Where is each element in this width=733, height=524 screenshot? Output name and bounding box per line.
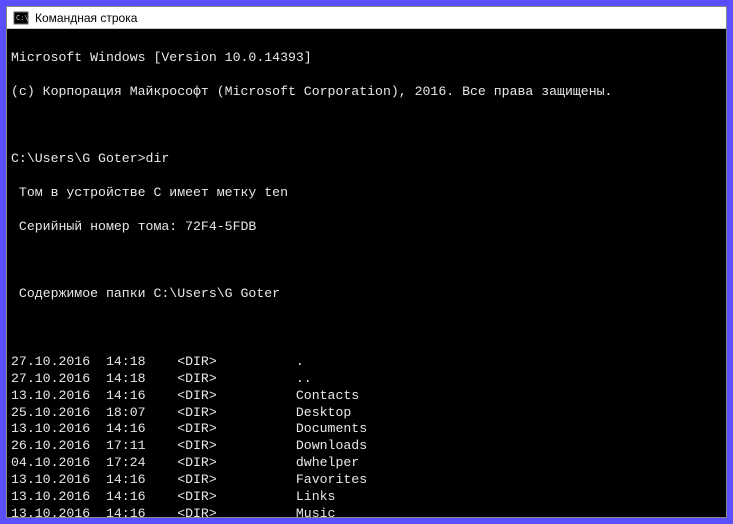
- serial-line: Серийный номер тома: 72F4-5FDB: [11, 219, 722, 236]
- volume-line: Том в устройстве C имеет метку ten: [11, 185, 722, 202]
- dir-entry: 13.10.2016 14:16 <DIR> Contacts: [11, 388, 722, 405]
- window-title: Командная строка: [35, 11, 137, 25]
- blank: [11, 117, 722, 134]
- version-line: Microsoft Windows [Version 10.0.14393]: [11, 50, 722, 67]
- terminal-area[interactable]: Microsoft Windows [Version 10.0.14393] (…: [7, 29, 726, 517]
- blank: [11, 320, 722, 337]
- titlebar[interactable]: C:\ Командная строка: [7, 7, 726, 29]
- prompt-path: C:\Users\G Goter>: [11, 151, 146, 166]
- dir-entry: 27.10.2016 14:18 <DIR> ..: [11, 371, 722, 388]
- dir-entry: 13.10.2016 14:16 <DIR> Links: [11, 489, 722, 506]
- dir-entry: 04.10.2016 17:24 <DIR> dwhelper: [11, 455, 722, 472]
- cmd-window: C:\ Командная строка Microsoft Windows […: [6, 6, 727, 518]
- svg-text:C:\: C:\: [16, 14, 29, 22]
- dir-entry: 13.10.2016 14:16 <DIR> Music: [11, 506, 722, 517]
- dir-entry: 25.10.2016 18:07 <DIR> Desktop: [11, 405, 722, 422]
- copyright-line: (c) Корпорация Майкрософт (Microsoft Cor…: [11, 84, 722, 101]
- blank: [11, 253, 722, 270]
- dir-entry: 27.10.2016 14:18 <DIR> .: [11, 354, 722, 371]
- prompt-line-1: C:\Users\G Goter>dir: [11, 151, 722, 168]
- dir-entry: 13.10.2016 14:16 <DIR> Documents: [11, 421, 722, 438]
- dir-entry: 13.10.2016 14:16 <DIR> Favorites: [11, 472, 722, 489]
- dir-entry: 26.10.2016 17:11 <DIR> Downloads: [11, 438, 722, 455]
- dir-listing: 27.10.2016 14:18 <DIR> .27.10.2016 14:18…: [11, 354, 722, 517]
- contents-line: Содержимое папки C:\Users\G Goter: [11, 286, 722, 303]
- cmd-icon: C:\: [13, 10, 29, 26]
- prompt-command: dir: [146, 151, 170, 166]
